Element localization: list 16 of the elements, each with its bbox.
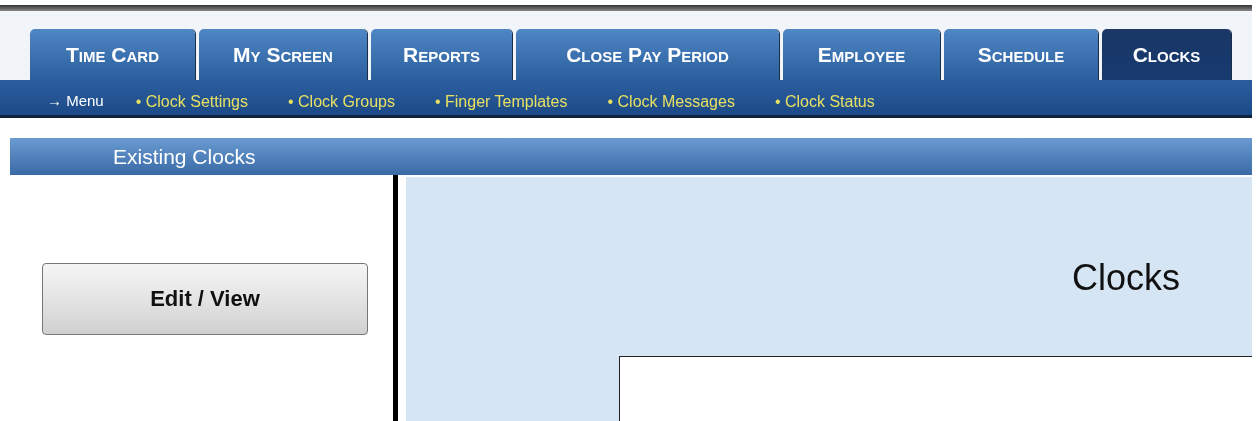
page-title: Clocks [1071, 257, 1180, 299]
nav-tab[interactable]: Reports [371, 29, 512, 80]
subnav-link[interactable]: • Clock Status [774, 93, 875, 111]
nav-tab[interactable]: My Screen [199, 29, 367, 80]
nav-tab[interactable]: Close Pay Period [516, 29, 779, 80]
nav-tab[interactable]: Schedule [944, 29, 1098, 80]
section-title: Existing Clocks [113, 144, 256, 169]
nav-tab[interactable]: Employee [783, 29, 940, 80]
nav-tab[interactable]: Time Card [30, 29, 195, 80]
nav-tab[interactable]: Clocks [1102, 29, 1231, 80]
menu-link[interactable]: → Menu [47, 92, 104, 109]
subnav-link[interactable]: • Finger Templates [435, 93, 568, 111]
edit-view-button[interactable]: Edit / View [42, 263, 368, 335]
subnav-link[interactable]: • Clock Messages [607, 93, 735, 111]
subnav-link[interactable]: • Clock Groups [288, 93, 395, 111]
subnav-link[interactable]: • Clock Settings [135, 93, 248, 111]
